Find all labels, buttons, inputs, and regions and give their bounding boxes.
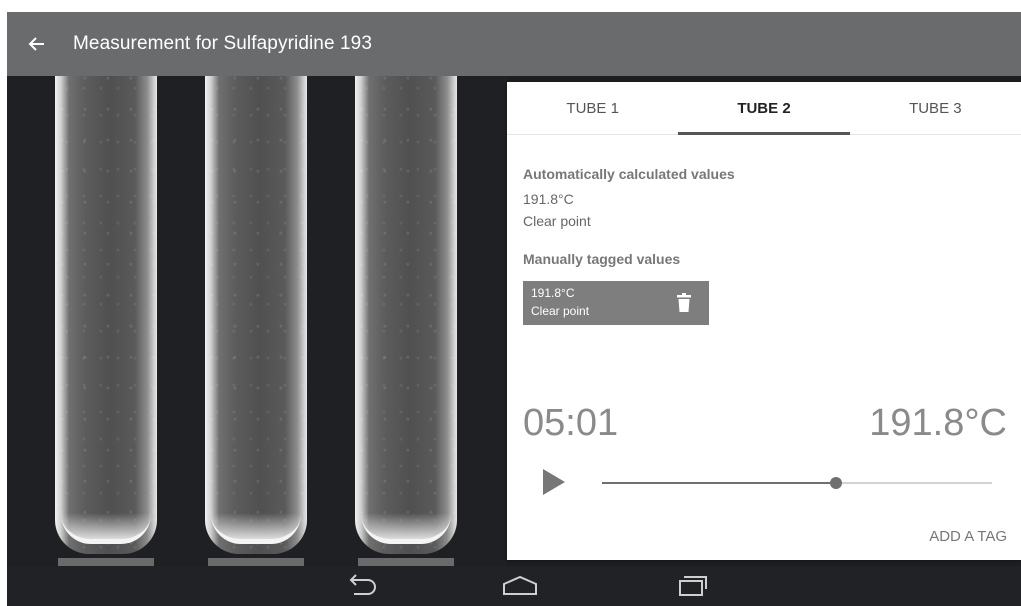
back-button[interactable] <box>7 12 67 76</box>
tag-temperature: 191.8°C <box>531 286 575 300</box>
tube-image-3 <box>355 76 457 554</box>
auto-temperature: 191.8°C <box>523 191 574 207</box>
tube-image-2 <box>205 76 307 554</box>
manual-values-heading: Manually tagged values <box>523 251 681 267</box>
slider-thumb[interactable] <box>830 477 842 489</box>
back-nav-icon[interactable] <box>342 572 382 600</box>
app-window: Measurement for Sulfapyridine 193 TUBE 1… <box>7 12 1021 606</box>
play-icon[interactable] <box>541 468 567 496</box>
measurement-panel: TUBE 1 TUBE 2 TUBE 3 Automatically calcu… <box>507 82 1021 560</box>
add-tag-button[interactable]: ADD A TAG <box>929 528 1007 545</box>
playback-time: 05:01 <box>523 402 619 444</box>
arrow-left-icon <box>28 37 44 51</box>
tube-image-1 <box>55 76 157 554</box>
slider-progress <box>602 482 836 484</box>
tube-camera-feed <box>7 76 507 566</box>
tube-holder-3 <box>358 558 454 566</box>
tab-tube-3[interactable]: TUBE 3 <box>850 82 1021 134</box>
tab-tube-1[interactable]: TUBE 1 <box>507 82 678 134</box>
playback-temperature: 191.8°C <box>869 402 1007 444</box>
tab-tube-2[interactable]: TUBE 2 <box>678 82 850 135</box>
page-title: Measurement for Sulfapyridine 193 <box>73 33 373 54</box>
auto-values-heading: Automatically calculated values <box>523 166 735 182</box>
tube-tabs: TUBE 1 TUBE 2 TUBE 3 <box>507 82 1021 135</box>
trash-icon[interactable] <box>677 293 691 313</box>
playback-slider[interactable] <box>602 477 992 489</box>
recents-icon[interactable] <box>672 572 712 600</box>
tube-holder-1 <box>58 558 154 566</box>
system-nav-bar <box>7 566 1021 606</box>
tag-event: Clear point <box>531 304 590 318</box>
app-bar: Measurement for Sulfapyridine 193 <box>7 12 1021 76</box>
tag-chip[interactable]: 191.8°C Clear point <box>523 281 709 325</box>
home-icon[interactable] <box>500 572 540 600</box>
tube-holder-2 <box>208 558 304 566</box>
auto-event: Clear point <box>523 213 591 229</box>
